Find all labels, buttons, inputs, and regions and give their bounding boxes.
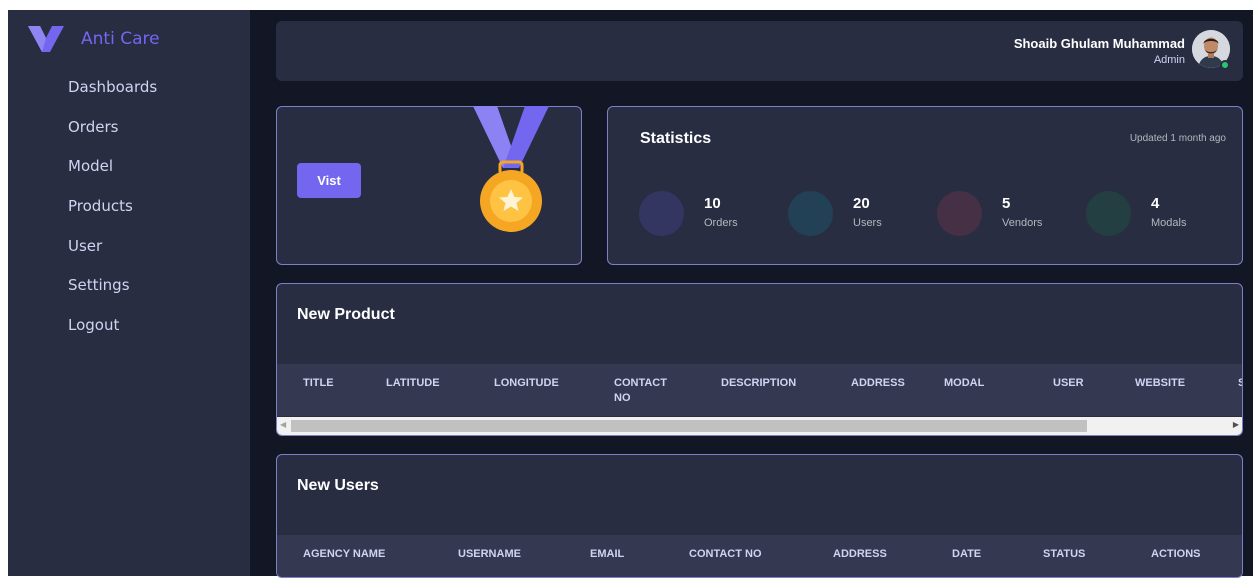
horizontal-scrollbar[interactable]: ◀ ▶ [277, 417, 1242, 435]
medal-icon [473, 106, 549, 232]
new-users-title: New Users [297, 477, 379, 494]
stat-label: Modals [1151, 217, 1187, 229]
topbar: Shoaib Ghulam Muhammad Admin [276, 21, 1243, 81]
brand[interactable]: Anti Care [28, 26, 160, 52]
app-frame: Anti Care Dashboards Orders Model Produc… [8, 10, 1253, 578]
sidebar-item-model[interactable]: Model [68, 157, 157, 197]
sidebar-item-dashboards[interactable]: Dashboards [68, 78, 157, 118]
stat-label: Orders [704, 217, 738, 229]
column-header[interactable]: ADDRESS [851, 376, 905, 391]
user-role: Admin [1153, 54, 1185, 66]
new-users-card: New Users AGENCY NAME USERNAME EMAIL CON… [276, 454, 1243, 578]
sidebar-item-products[interactable]: Products [68, 197, 157, 237]
column-header[interactable]: AGENCY NAME [303, 547, 385, 562]
sidebar-item-logout[interactable]: Logout [68, 316, 157, 356]
column-header[interactable]: WEBSITE [1135, 376, 1185, 391]
sidebar-item-user[interactable]: User [68, 237, 157, 277]
online-status-dot [1220, 60, 1230, 70]
stat-value: 20 [853, 195, 870, 212]
scroll-right-arrow-icon[interactable]: ▶ [1233, 420, 1239, 429]
column-header[interactable]: CONTACT NO [614, 376, 684, 406]
column-header[interactable]: ADDRESS [833, 547, 887, 562]
stat-value: 5 [1002, 195, 1011, 212]
column-header[interactable]: S [1238, 376, 1242, 391]
stat-value: 4 [1151, 195, 1160, 212]
user-name: Shoaib Ghulam Muhammad [1013, 36, 1185, 51]
statistics-card: Statistics Updated 1 month ago 10 Orders… [607, 106, 1243, 265]
orders-icon [639, 191, 684, 236]
new-product-title: New Product [297, 306, 395, 323]
column-header[interactable]: LATITUDE [386, 376, 440, 391]
scroll-left-arrow-icon[interactable]: ◀ [280, 420, 286, 429]
users-table-header: AGENCY NAME USERNAME EMAIL CONTACT NO AD… [277, 535, 1242, 577]
column-header[interactable]: DATE [952, 547, 981, 562]
stat-label: Users [853, 217, 882, 229]
column-header[interactable]: LONGITUDE [494, 376, 559, 391]
users-icon [788, 191, 833, 236]
column-header[interactable]: MODAL [944, 376, 984, 391]
scroll-thumb[interactable] [291, 420, 1087, 432]
column-header[interactable]: EMAIL [590, 547, 624, 562]
modals-icon [1086, 191, 1131, 236]
user-info[interactable]: Shoaib Ghulam Muhammad Admin [1014, 36, 1185, 66]
statistics-title: Statistics [640, 130, 712, 147]
sidebar: Anti Care Dashboards Orders Model Produc… [8, 10, 250, 576]
statistics-updated: Updated 1 month ago [1129, 133, 1226, 144]
sidebar-item-settings[interactable]: Settings [68, 276, 157, 316]
column-header[interactable]: USERNAME [458, 547, 521, 562]
column-header[interactable]: DESCRIPTION [721, 376, 796, 391]
vendors-icon [937, 191, 982, 236]
column-header[interactable]: USER [1053, 376, 1084, 391]
new-product-card: New Product TITLE LATITUDE LONGITUDE CON… [276, 283, 1243, 436]
column-header[interactable]: STATUS [1043, 547, 1085, 562]
stat-value: 10 [704, 195, 721, 212]
column-header[interactable]: TITLE [303, 376, 334, 391]
column-header[interactable]: CONTACT NO [689, 547, 762, 562]
v-logo-icon [28, 26, 64, 52]
medal-card: Vist [276, 106, 582, 265]
sidebar-item-orders[interactable]: Orders [68, 118, 157, 158]
vist-button[interactable]: Vist [297, 163, 361, 198]
stat-label: Vendors [1002, 217, 1043, 229]
sidebar-nav: Dashboards Orders Model Products User Se… [68, 78, 157, 356]
column-header[interactable]: ACTIONS [1151, 547, 1201, 562]
product-table-header: TITLE LATITUDE LONGITUDE CONTACT NO DESC… [277, 364, 1242, 416]
brand-name: Anti Care [81, 29, 160, 49]
